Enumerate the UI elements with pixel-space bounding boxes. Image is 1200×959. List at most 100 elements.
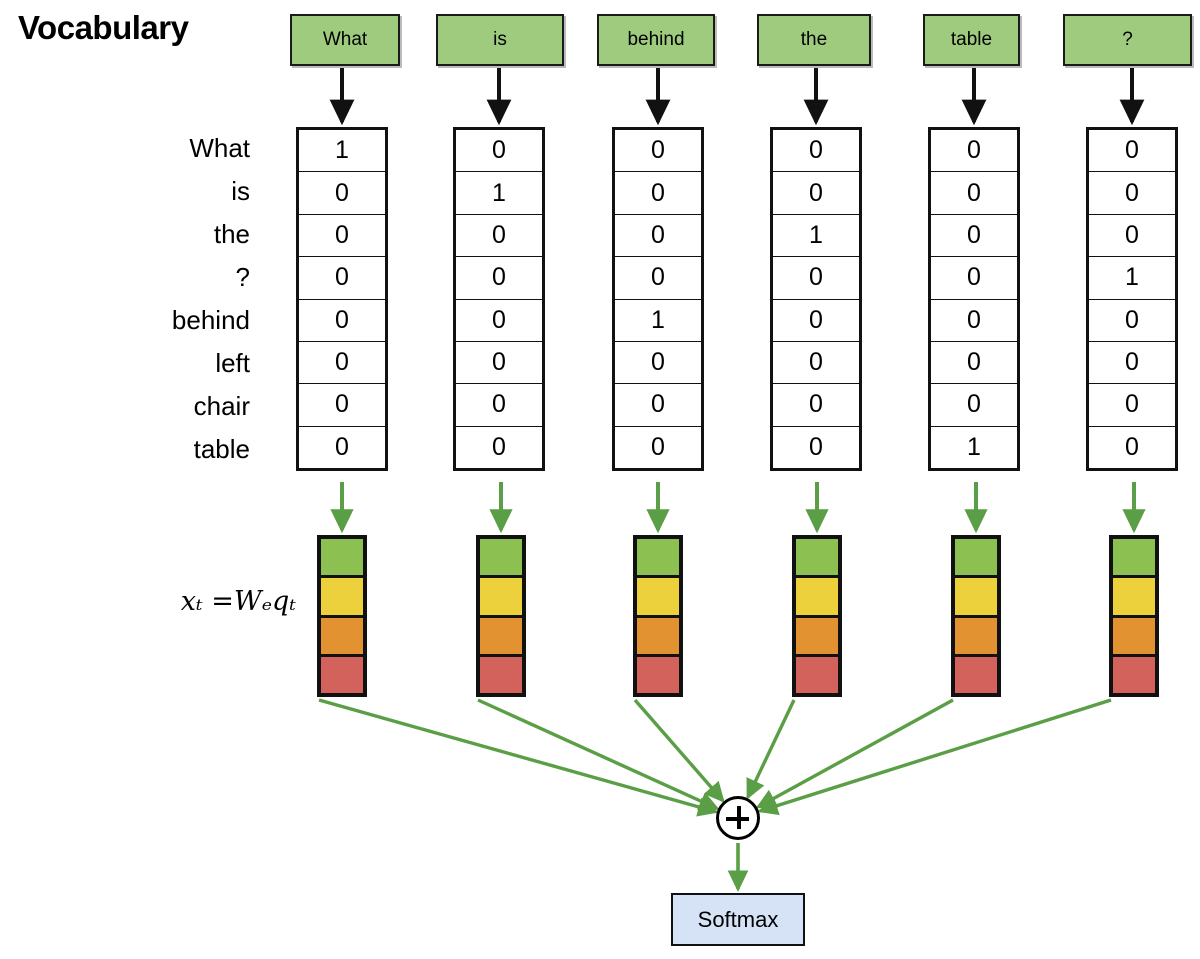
embedding-formula: xₜ =Wₑqₜ	[180, 586, 296, 617]
vocabulary-row-label: ?	[235, 262, 250, 292]
onehot-cell: 0	[615, 172, 701, 215]
onehot-cell: 1	[299, 130, 385, 173]
arrow	[318, 698, 719, 817]
onehot-cell: 0	[299, 214, 385, 258]
onehot-cell: 0	[773, 426, 859, 468]
embedding-cell	[955, 539, 997, 579]
page-title: Vocabulary	[18, 9, 189, 46]
embedding-cell	[796, 578, 838, 618]
vocabulary-row-label: the	[213, 219, 250, 249]
arrow	[746, 699, 796, 800]
embedding-cell	[637, 578, 679, 618]
onehot-vector-column: 10000000	[296, 127, 388, 471]
onehot-cell: 0	[1089, 172, 1175, 215]
embedding-cell	[1113, 578, 1155, 618]
onehot-cell: 0	[931, 130, 1017, 173]
vocabulary-row-label: chair	[193, 391, 250, 421]
embedding-cell	[321, 617, 363, 657]
onehot-cell: 0	[456, 384, 542, 427]
onehot-cell: 0	[1089, 214, 1175, 258]
sentence-token-box: ?	[1063, 14, 1192, 66]
embedding-cell	[796, 656, 838, 693]
onehot-cell: 0	[773, 130, 859, 173]
vocabulary-row-label: What	[189, 133, 250, 163]
sentence-token-box: What	[290, 14, 400, 66]
embedding-cell	[637, 656, 679, 693]
embedding-cell	[796, 539, 838, 579]
onehot-cell: 0	[773, 384, 859, 427]
softmax-box: Softmax	[671, 893, 805, 946]
onehot-cell: 1	[615, 299, 701, 342]
onehot-cell: 0	[1089, 130, 1175, 173]
embedding-vector-column	[633, 535, 683, 697]
sentence-token-box: is	[436, 14, 564, 66]
arrow	[755, 698, 954, 809]
onehot-cell: 0	[773, 299, 859, 342]
onehot-cell: 0	[615, 130, 701, 173]
onehot-cell: 0	[456, 426, 542, 468]
embedding-cell	[321, 539, 363, 579]
sentence-token-box: table	[923, 14, 1020, 66]
onehot-cell: 0	[456, 130, 542, 173]
embedding-vector-column	[1109, 535, 1159, 697]
embedding-cell	[955, 617, 997, 657]
onehot-cell: 0	[299, 384, 385, 427]
onehot-cell: 0	[299, 299, 385, 342]
embedding-vector-column	[792, 535, 842, 697]
vocabulary-label-column: What is the? behind left chair table	[40, 127, 250, 471]
onehot-cell: 0	[299, 341, 385, 385]
onehot-cell: 0	[931, 172, 1017, 215]
embedding-cell	[1113, 617, 1155, 657]
onehot-cell: 0	[773, 341, 859, 385]
onehot-cell: 0	[773, 257, 859, 300]
onehot-cell: 0	[456, 214, 542, 258]
embedding-cell	[1113, 539, 1155, 579]
onehot-cell: 0	[615, 341, 701, 385]
onehot-cell: 0	[931, 299, 1017, 342]
onehot-cell: 0	[299, 426, 385, 468]
embedding-cell	[637, 539, 679, 579]
arrow	[633, 698, 725, 803]
onehot-cell: 1	[1089, 257, 1175, 300]
onehot-vector-column: 01000000	[453, 127, 545, 471]
onehot-cell: 0	[299, 257, 385, 300]
onehot-cell: 0	[615, 257, 701, 300]
embedding-cell	[480, 578, 522, 618]
sentence-token-box: the	[757, 14, 871, 66]
onehot-cell: 0	[1089, 299, 1175, 342]
vocabulary-row-label: behind	[171, 305, 250, 335]
arrow	[477, 698, 720, 811]
onehot-cell: 0	[773, 172, 859, 215]
diagram-canvas: Vocabulary What is behind the table? What is t…	[0, 0, 1200, 959]
onehot-vector-column: 00100000	[770, 127, 862, 471]
token-to-onehot-arrows	[329, 68, 1145, 126]
onehot-cell: 0	[931, 384, 1017, 427]
embedding-cell	[1113, 656, 1155, 693]
embedding-cell	[637, 617, 679, 657]
embedding-vector-column	[951, 535, 1001, 697]
onehot-cell: 0	[1089, 341, 1175, 385]
onehot-cell: 0	[931, 341, 1017, 385]
embedding-cell	[796, 617, 838, 657]
embedding-to-sum-arrows	[318, 698, 1112, 817]
vocabulary-row-label: is	[231, 176, 250, 206]
arrow	[757, 698, 1112, 816]
sum-node	[716, 796, 760, 840]
onehot-cell: 0	[1089, 384, 1175, 427]
onehot-cell: 0	[931, 257, 1017, 300]
embedding-vector-column	[317, 535, 367, 697]
sentence-token-box: behind	[597, 14, 715, 66]
embedding-cell	[480, 539, 522, 579]
onehot-vector-column: 00010000	[1086, 127, 1178, 471]
onehot-cell: 0	[931, 214, 1017, 258]
embedding-cell	[480, 617, 522, 657]
embedding-cell	[955, 578, 997, 618]
onehot-cell: 0	[299, 172, 385, 215]
onehot-cell: 0	[1089, 426, 1175, 468]
vocabulary-row-label: table	[193, 434, 250, 464]
onehot-cell: 0	[615, 214, 701, 258]
onehot-cell: 0	[456, 299, 542, 342]
onehot-to-embedding-arrows	[330, 482, 1146, 534]
onehot-cell: 1	[931, 426, 1017, 468]
embedding-cell	[955, 656, 997, 693]
